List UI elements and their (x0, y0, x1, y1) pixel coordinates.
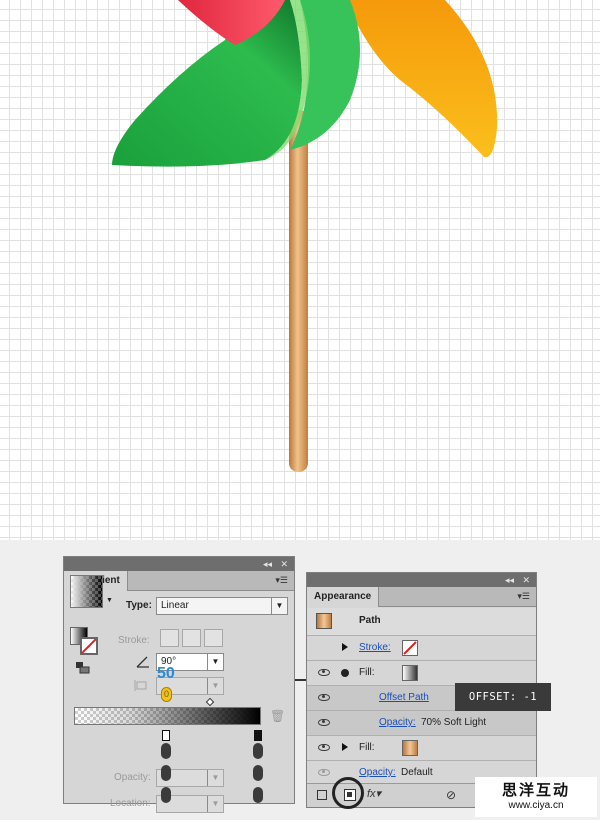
artboard-canvas[interactable] (0, 0, 600, 540)
eye-icon[interactable] (318, 744, 330, 751)
add-stroke-icon[interactable] (317, 790, 327, 800)
knob-right-3 (253, 787, 263, 803)
chevron-down-icon: ▼ (207, 678, 223, 694)
type-label: Type: (126, 600, 152, 611)
type-select-value: Linear (161, 600, 189, 611)
pinwheel-stick (289, 110, 308, 472)
stroke-swatch[interactable] (80, 637, 98, 655)
highlight-ring (332, 777, 364, 809)
knob-left-2 (161, 765, 171, 781)
stroke-row[interactable]: Stroke: (307, 635, 536, 660)
tab-appearance[interactable]: Appearance (307, 587, 380, 607)
gradient-panel: ◂◂ ✕ ◊ Gradient ▾☰ ▼ Type: Linear ▼ Stro… (63, 556, 295, 813)
knob-right-1 (253, 743, 263, 759)
knob-left-3 (161, 787, 171, 803)
object-row[interactable]: Path (307, 608, 536, 635)
orange-blade (345, 0, 498, 158)
target-dot-icon (341, 669, 349, 677)
opacity-value: 70% Soft Light (421, 717, 487, 728)
gradient-panel-titlebar[interactable]: ◂◂ ✕ (64, 557, 294, 571)
gradient-annotator-icon[interactable] (76, 661, 92, 674)
none-slash-icon (403, 641, 417, 655)
eye-icon[interactable] (318, 719, 330, 726)
object-thumbnail (316, 613, 332, 629)
stroke-within-button[interactable] (160, 629, 179, 647)
stroke-label: Stroke: (118, 635, 150, 646)
gradient-ramp[interactable] (74, 707, 261, 725)
aspect-ratio-icon (134, 679, 150, 693)
fill-swatch-mini-2[interactable] (402, 740, 418, 756)
gradient-stop-black[interactable] (254, 730, 262, 741)
midpoint-diamond[interactable] (205, 697, 215, 707)
clear-appearance-icon[interactable]: ⊘ (446, 788, 456, 802)
pinwheel-illustration (112, 0, 498, 472)
callout-number: 50 (157, 665, 175, 682)
eye-icon[interactable] (318, 669, 330, 676)
none-slash-icon (81, 638, 97, 654)
trash-icon[interactable]: 🗑 (270, 709, 285, 723)
watermark-chinese: 思洋互动 (501, 782, 570, 799)
watermark-url: www.ciya.cn (508, 800, 564, 811)
expand-triangle-icon[interactable] (342, 743, 348, 751)
fill-label: Fill: (359, 667, 375, 678)
panels-area: ◂◂ ✕ ◊ Gradient ▾☰ ▼ Type: Linear ▼ Stro… (0, 540, 600, 820)
opacity-default-value: Default (401, 767, 433, 778)
fill-row-2[interactable]: Fill: (307, 735, 536, 760)
opacity-label: Opacity: (114, 772, 151, 783)
stroke-along-button[interactable] (182, 629, 201, 647)
chevron-down-icon: ▼ (207, 654, 223, 670)
opacity-row-soft-light[interactable]: Opacity: 70% Soft Light (307, 710, 536, 735)
fill-row-selected[interactable]: Fill: (307, 660, 536, 685)
callout-zero: 0 (161, 687, 172, 702)
fill-swatch-mini[interactable] (402, 665, 418, 681)
chevron-down-icon: ▼ (207, 770, 223, 786)
stroke-link[interactable]: Stroke: (359, 642, 391, 653)
gradient-stop-white[interactable] (162, 730, 170, 741)
object-label: Path (359, 615, 381, 626)
opacity-link-default[interactable]: Opacity: (359, 767, 396, 778)
stroke-swatch-mini[interactable] (402, 640, 418, 656)
chevron-down-icon[interactable]: ▼ (106, 597, 113, 604)
appearance-panel-titlebar[interactable]: ◂◂ ✕ (307, 573, 536, 587)
eye-icon[interactable] (318, 769, 330, 776)
gradient-swatch[interactable] (70, 575, 103, 608)
fill-label-2: Fill: (359, 742, 375, 753)
location-label: Location: (110, 798, 151, 809)
type-select[interactable]: Linear ▼ (156, 597, 288, 615)
collapse-icon[interactable]: ◂◂ (505, 573, 514, 587)
eye-icon[interactable] (318, 694, 330, 701)
knob-left-1 (161, 743, 171, 759)
appearance-tab-row: Appearance ▾☰ (307, 587, 536, 607)
close-icon[interactable]: ✕ (522, 573, 530, 587)
stroke-across-button[interactable] (204, 629, 223, 647)
knob-right-2 (253, 765, 263, 781)
angle-icon (136, 656, 149, 668)
panel-menu-icon[interactable]: ▾☰ (517, 591, 530, 602)
panel-menu-icon[interactable]: ▾☰ (275, 575, 288, 586)
expand-triangle-icon[interactable] (342, 643, 348, 651)
chevron-down-icon: ▼ (207, 796, 223, 812)
chevron-down-icon: ▼ (271, 598, 287, 614)
fx-icon[interactable]: fx▾ (367, 787, 381, 800)
offset-path-link[interactable]: Offset Path (379, 692, 429, 703)
close-icon[interactable]: ✕ (280, 557, 288, 571)
opacity-link[interactable]: Opacity: (379, 717, 416, 728)
watermark: 思洋互动 www.ciya.cn (475, 777, 597, 817)
collapse-icon[interactable]: ◂◂ (263, 557, 272, 571)
offset-tooltip: OFFSET: -1 (455, 683, 551, 711)
